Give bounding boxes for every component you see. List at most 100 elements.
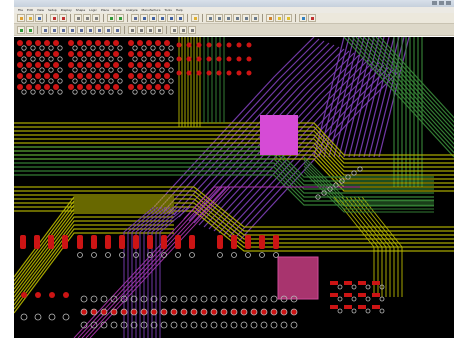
report-icon[interactable] bbox=[224, 14, 232, 22]
route-icon[interactable] bbox=[59, 25, 67, 34]
smd-pad bbox=[53, 73, 59, 79]
new-icon[interactable] bbox=[17, 14, 25, 22]
smd-pad bbox=[20, 235, 26, 249]
spread-icon[interactable] bbox=[104, 25, 112, 34]
smd-pad bbox=[26, 51, 32, 57]
via-icon[interactable] bbox=[68, 25, 76, 34]
smd-pad bbox=[146, 51, 152, 57]
layout-canvas[interactable] bbox=[14, 37, 454, 338]
smd-pad bbox=[68, 73, 74, 79]
text-icon[interactable] bbox=[128, 25, 136, 34]
slide-icon[interactable] bbox=[116, 14, 124, 22]
symbol-icon[interactable] bbox=[188, 25, 196, 34]
move-icon[interactable] bbox=[92, 14, 100, 22]
color-icon[interactable] bbox=[266, 14, 274, 22]
rect-icon[interactable] bbox=[155, 25, 163, 34]
smd-pad bbox=[236, 56, 242, 62]
smd-pad bbox=[137, 84, 143, 90]
line-icon[interactable] bbox=[137, 25, 145, 34]
smd-pad bbox=[344, 305, 352, 309]
smd-pad bbox=[217, 235, 223, 249]
via bbox=[250, 308, 258, 316]
toolbar-separator bbox=[295, 14, 296, 22]
redo-icon[interactable] bbox=[59, 14, 67, 22]
pin-icon[interactable] bbox=[170, 25, 178, 34]
smd-pad bbox=[330, 305, 338, 309]
smd-pad bbox=[186, 42, 192, 48]
smd-pad bbox=[246, 56, 252, 62]
dehighlight-icon[interactable] bbox=[284, 14, 292, 22]
minimize-button[interactable] bbox=[432, 1, 437, 5]
smd-pad bbox=[77, 235, 83, 249]
smd-pad bbox=[273, 235, 279, 249]
smd-pad bbox=[155, 40, 161, 46]
via bbox=[240, 308, 248, 316]
smd-pad bbox=[137, 62, 143, 68]
smd-pad bbox=[176, 42, 182, 48]
close-button[interactable] bbox=[446, 1, 451, 5]
component-icon[interactable] bbox=[179, 25, 187, 34]
pcb-layout[interactable] bbox=[14, 37, 454, 338]
open-icon[interactable] bbox=[26, 14, 34, 22]
smd-pad bbox=[372, 281, 380, 285]
redraw-icon[interactable] bbox=[176, 14, 184, 22]
via bbox=[280, 308, 288, 316]
copy-icon[interactable] bbox=[83, 14, 91, 22]
fanout-icon[interactable] bbox=[77, 25, 85, 34]
layer-bottom-icon[interactable] bbox=[26, 25, 34, 34]
layer-top-icon[interactable] bbox=[17, 25, 25, 34]
smd-pad bbox=[68, 40, 74, 46]
delay-tune-icon[interactable] bbox=[86, 25, 94, 34]
3d-icon[interactable] bbox=[242, 14, 250, 22]
zoom-fit-icon[interactable] bbox=[158, 14, 166, 22]
smd-pad bbox=[62, 235, 68, 249]
via bbox=[160, 308, 168, 316]
smd-pad bbox=[164, 51, 170, 57]
edit-icon[interactable] bbox=[74, 14, 82, 22]
net-icon[interactable] bbox=[299, 14, 307, 22]
zoom-out-icon[interactable] bbox=[149, 14, 157, 22]
toolbar-separator bbox=[70, 14, 71, 22]
toolbar-separator bbox=[262, 14, 263, 22]
drc-icon[interactable] bbox=[215, 14, 223, 22]
measure-icon[interactable] bbox=[233, 14, 241, 22]
secondary-toolbar bbox=[14, 24, 454, 36]
highlight-icon[interactable] bbox=[275, 14, 283, 22]
smd-pad bbox=[104, 51, 110, 57]
folder-icon[interactable] bbox=[191, 14, 199, 22]
zoom-prev-icon[interactable] bbox=[167, 14, 175, 22]
zoom-in-icon[interactable] bbox=[140, 14, 148, 22]
select-icon[interactable] bbox=[41, 25, 49, 34]
smd-pad bbox=[189, 235, 195, 249]
smd-pad bbox=[164, 73, 170, 79]
smd-pad bbox=[206, 56, 212, 62]
window-controls bbox=[432, 1, 451, 5]
via bbox=[110, 308, 118, 316]
smd-pad bbox=[206, 42, 212, 48]
glossing-icon[interactable] bbox=[113, 25, 121, 34]
via bbox=[140, 308, 148, 316]
smd-pad bbox=[175, 235, 181, 249]
stop-icon[interactable] bbox=[308, 14, 316, 22]
snap-icon[interactable] bbox=[50, 25, 58, 34]
smd-pad bbox=[86, 84, 92, 90]
grid-icon[interactable] bbox=[131, 14, 139, 22]
toolbar-separator bbox=[127, 14, 128, 22]
shape-icon[interactable] bbox=[251, 14, 259, 22]
arc-icon[interactable] bbox=[146, 25, 154, 34]
toolbar-separator bbox=[103, 14, 104, 22]
layer-icon[interactable] bbox=[206, 14, 214, 22]
smd-pad bbox=[95, 40, 101, 46]
maximize-button[interactable] bbox=[439, 1, 444, 5]
smd-pad bbox=[49, 292, 55, 298]
smd-pad bbox=[137, 73, 143, 79]
undo-icon[interactable] bbox=[50, 14, 58, 22]
via bbox=[230, 308, 238, 316]
smd-pad bbox=[26, 73, 32, 79]
smd-pad bbox=[128, 84, 134, 90]
save-icon[interactable] bbox=[35, 14, 43, 22]
bus-icon[interactable] bbox=[95, 25, 103, 34]
smd-pad bbox=[216, 70, 222, 76]
pcb-editor-window: File Edit View Setup Display Shape Logic Place R… bbox=[14, 0, 454, 338]
add-connect-icon[interactable] bbox=[107, 14, 115, 22]
